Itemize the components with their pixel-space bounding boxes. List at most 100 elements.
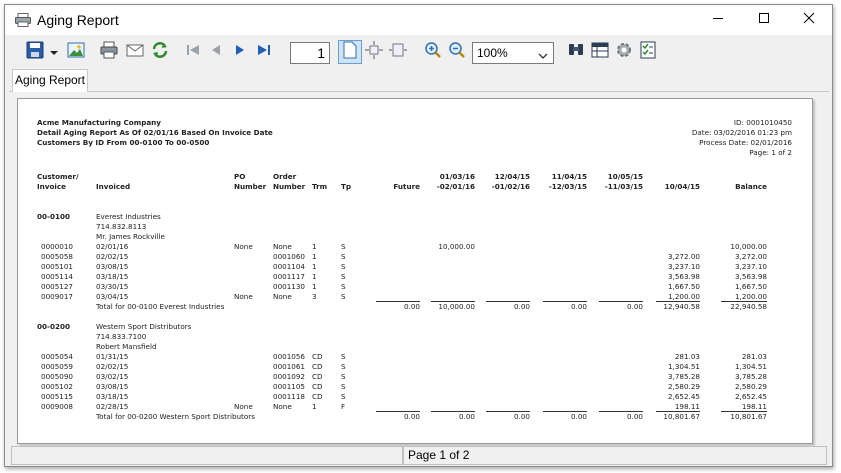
invoice-date: 02/01/16 <box>96 242 129 251</box>
order-number: 0001104 <box>273 262 306 271</box>
order-number: 0001118 <box>273 392 306 401</box>
balance-amount: 3,272.00 <box>734 252 767 261</box>
close-button[interactable] <box>786 5 832 35</box>
minimize-button[interactable] <box>695 5 741 35</box>
page-number-input[interactable]: 1 <box>290 42 330 64</box>
email-button[interactable] <box>123 40 147 64</box>
balance-amount: 2,652.45 <box>734 392 767 401</box>
invoice-number: 0005059 <box>41 362 74 371</box>
invoice-date: 03/02/15 <box>96 372 129 381</box>
type: S <box>341 372 346 381</box>
total-bucket2: 0.00 <box>513 412 530 421</box>
floppy-disk-icon <box>26 41 44 64</box>
bucket5-amount: 2,580.29 <box>667 382 700 391</box>
invoice-date: 02/28/15 <box>96 402 129 411</box>
balance-amount: 198.11 <box>741 402 767 411</box>
customer-range: Customers By ID From 00-0100 To 00-0500 <box>37 138 210 147</box>
find-button[interactable] <box>564 40 588 64</box>
report-date: Date: 03/02/2016 01:23 pm <box>691 128 792 137</box>
type: S <box>341 282 346 291</box>
minimize-icon <box>712 11 724 29</box>
print-button[interactable] <box>97 40 121 64</box>
export-image-button[interactable] <box>64 40 88 64</box>
title-bar: Aging Report <box>5 5 832 35</box>
fit-page-button[interactable] <box>362 40 386 64</box>
invoice-number: 0005127 <box>41 282 74 291</box>
invoice-number: 0009008 <box>41 402 74 411</box>
col-customer-2: Invoice <box>37 182 67 191</box>
col-bucket2-2: -01/02/16 <box>491 182 530 191</box>
balance-amount: 3,785.28 <box>734 372 767 381</box>
total-balance: 22,940.58 <box>730 302 767 311</box>
invoice-date: 01/31/15 <box>96 352 129 361</box>
col-balance: Balance <box>735 182 767 191</box>
bucket5-amount: 3,563.98 <box>667 272 700 281</box>
zoom-level-select[interactable]: 100% <box>472 42 554 64</box>
invoice-number: 0005101 <box>41 262 74 271</box>
bucket1-amount: 10,000.00 <box>438 242 475 251</box>
customer-id: 00-0100 <box>37 212 70 221</box>
invoice-number: 0005115 <box>41 392 74 401</box>
report-subtitle: Detail Aging Report As Of 02/01/16 Based… <box>37 128 273 137</box>
save-dropdown-button[interactable] <box>48 40 60 64</box>
single-page-view-button[interactable] <box>338 40 362 64</box>
invoice-date: 03/08/15 <box>96 262 129 271</box>
col-bucket2-1: 12/04/15 <box>494 172 530 181</box>
zoom-out-button[interactable] <box>445 40 469 64</box>
invoice-date: 03/30/15 <box>96 282 129 291</box>
status-page-panel: Page 1 of 2 <box>403 446 827 465</box>
report-tab-strip: Aging Report <box>9 68 829 92</box>
bucket5-amount: 1,200.00 <box>667 292 700 301</box>
type: S <box>341 262 346 271</box>
type: S <box>341 352 346 361</box>
col-po-2: Number <box>234 182 267 191</box>
last-page-button[interactable] <box>252 40 276 64</box>
total-bucket1: 0.00 <box>458 412 475 421</box>
fit-width-icon <box>389 41 407 64</box>
order-number: 0001061 <box>273 362 306 371</box>
fit-page-icon <box>365 40 383 64</box>
terms: CD <box>312 382 323 391</box>
settings-button[interactable] <box>612 40 636 64</box>
terms: CD <box>312 372 323 381</box>
process-date: Process Date: 02/01/2016 <box>699 138 792 147</box>
previous-page-button[interactable] <box>204 40 228 64</box>
col-bucket3-2: -12/03/15 <box>548 182 587 191</box>
customer-name: Western Sport Distributors <box>96 322 192 331</box>
order-number: 0001060 <box>273 252 306 261</box>
maximize-button[interactable] <box>741 5 787 35</box>
save-button[interactable] <box>23 40 47 64</box>
next-page-button[interactable] <box>228 40 252 64</box>
zoom-in-icon <box>424 41 442 64</box>
type: S <box>341 362 346 371</box>
envelope-icon <box>126 41 144 64</box>
balance-amount: 1,304.51 <box>734 362 767 371</box>
terms: 1 <box>312 282 317 291</box>
terms: CD <box>312 362 323 371</box>
total-balance: 10,801.67 <box>730 412 767 421</box>
company-name: Acme Manufacturing Company <box>37 118 161 127</box>
first-page-button[interactable] <box>181 40 205 64</box>
tab-aging-report[interactable]: Aging Report <box>12 69 88 92</box>
zoom-level-value: 100% <box>477 46 508 60</box>
parameters-button[interactable] <box>636 40 660 64</box>
next-page-icon <box>232 42 248 63</box>
refresh-button[interactable] <box>148 40 172 64</box>
fit-width-button[interactable] <box>386 40 410 64</box>
total-future: 0.00 <box>403 412 420 421</box>
group-tree-button[interactable] <box>588 40 612 64</box>
report-viewer[interactable]: Acme Manufacturing Company Detail Aging … <box>9 92 829 444</box>
balance-amount: 1,667.50 <box>734 282 767 291</box>
gear-icon <box>615 41 633 64</box>
bucket5-amount: 198.11 <box>674 402 700 411</box>
col-po-1: PO <box>234 172 246 181</box>
type: S <box>341 392 346 401</box>
col-bucket4-1: 10/05/15 <box>607 172 643 181</box>
invoice-number: 0005058 <box>41 252 74 261</box>
invoice-date: 03/04/15 <box>96 292 129 301</box>
zoom-in-button[interactable] <box>421 40 445 64</box>
status-bar: Page 1 of 2 <box>9 445 829 465</box>
order-number: 0001056 <box>273 352 306 361</box>
bucket5-amount: 281.03 <box>674 352 700 361</box>
col-bucket3-1: 11/04/15 <box>551 172 587 181</box>
